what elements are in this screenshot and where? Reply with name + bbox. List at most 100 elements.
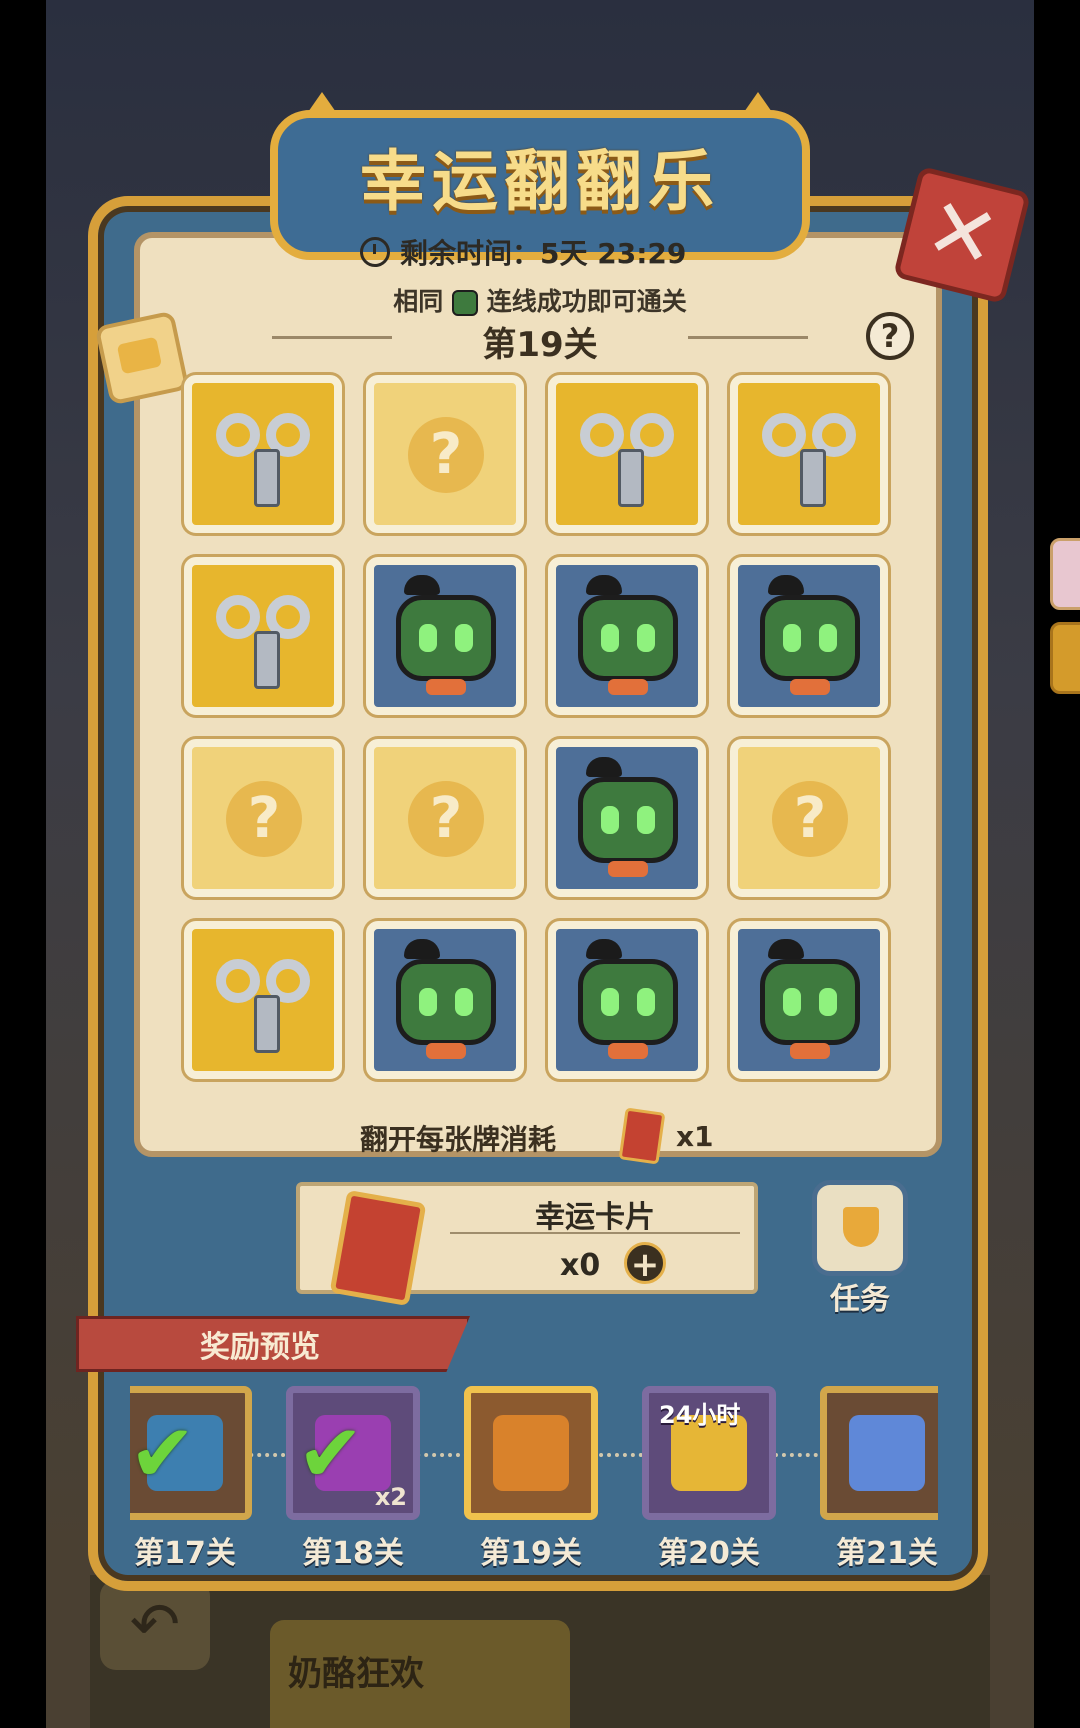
hidden-card[interactable]: ? (730, 739, 888, 897)
reward-level-label: 第19关 (480, 1536, 582, 1571)
reward-level-label: 第17关 (134, 1536, 236, 1571)
robot-card[interactable] (548, 739, 706, 897)
wind-up-key-icon (618, 449, 644, 507)
wind-up-key-icon (254, 449, 280, 507)
hidden-card[interactable]: ? (366, 739, 524, 897)
reward-level-label: 第21关 (836, 1536, 938, 1571)
key-card[interactable] (184, 557, 342, 715)
add-card-button[interactable]: + (624, 1242, 666, 1285)
bow-tie-icon (608, 861, 648, 877)
cheese-carnival-tab[interactable]: 奶酪狂欢 (270, 1620, 570, 1728)
hidden-card[interactable]: ? (184, 739, 342, 897)
bowler-hat-icon (768, 575, 804, 595)
page-title: 幸运翻翻乐 (360, 143, 720, 220)
bowler-hat-icon (404, 575, 440, 595)
bow-tie-icon (608, 679, 648, 695)
question-mark-icon: ? (772, 781, 848, 857)
bow-tie-icon (790, 1043, 830, 1059)
bowler-hat-icon (768, 939, 804, 959)
instruction-post: 连线成功即可通关 (486, 287, 687, 316)
checkmark-icon: ✔ (130, 1407, 197, 1500)
reward-slot[interactable] (464, 1386, 598, 1520)
reward-slot[interactable]: ✔ (130, 1386, 252, 1520)
key-card[interactable] (184, 375, 342, 533)
robot-eye (637, 624, 655, 652)
penguin-icon[interactable] (1050, 622, 1080, 694)
reward-strip[interactable]: ✔ 第17关 ✔ x2 第18关 第19关 24小时第20关 第21关 (130, 1378, 938, 1578)
back-arrow-icon[interactable]: ↶ (100, 1580, 210, 1670)
robot-eye (819, 624, 837, 652)
key-card[interactable] (548, 375, 706, 533)
robot-eye (819, 988, 837, 1016)
clock-icon (360, 237, 390, 267)
bowler-hat-icon (404, 939, 440, 959)
robot-eye (601, 806, 619, 834)
reward-slot[interactable] (820, 1386, 938, 1520)
help-button[interactable]: ? (866, 312, 914, 360)
checkmark-icon: ✔ (297, 1407, 365, 1500)
wind-up-key-icon (254, 995, 280, 1053)
robot-eye (783, 988, 801, 1016)
lucky-card-label: 幸运卡片 (535, 1200, 655, 1235)
robot-card[interactable] (548, 921, 706, 1079)
robot-card[interactable] (366, 921, 524, 1079)
reward-level-label: 第20关 (658, 1536, 760, 1571)
robot-icon (760, 959, 860, 1045)
robot-icon (578, 595, 678, 681)
reward-slot[interactable]: 24小时 (642, 1386, 776, 1520)
hidden-card[interactable]: ? (366, 375, 524, 533)
bowler-hat-icon (586, 757, 622, 777)
reward-duration-badge: 24小时 (659, 1401, 741, 1429)
reward-slot[interactable]: ✔ x2 (286, 1386, 420, 1520)
instruction-text: 相同 连线成功即可通关 (300, 282, 780, 318)
lucky-card-divider (450, 1232, 740, 1234)
robot-card[interactable] (366, 557, 524, 715)
robot-eye (601, 624, 619, 652)
robot-eye (637, 988, 655, 1016)
task-label[interactable]: 任务 (812, 1274, 908, 1318)
reward-level-label: 第18关 (302, 1536, 404, 1571)
robot-eye (637, 806, 655, 834)
question-mark-icon: ? (408, 781, 484, 857)
robot-eye (455, 624, 473, 652)
bow-tie-icon (608, 1043, 648, 1059)
robot-card[interactable] (730, 557, 888, 715)
robot-eye (783, 624, 801, 652)
robot-icon (578, 959, 678, 1045)
cheese-carnival-label: 奶酪狂欢 (288, 1654, 424, 1694)
robot-eye (601, 988, 619, 1016)
robot-card[interactable] (730, 921, 888, 1079)
robot-eye (419, 624, 437, 652)
robot-icon (578, 777, 678, 863)
robot-icon (396, 959, 496, 1045)
instruction-pre: 相同 (393, 287, 444, 316)
lucky-card-mini-icon (618, 1107, 666, 1165)
cheese-tag-icon (94, 310, 190, 406)
reward-preview-title: 奖励预览 (200, 1330, 320, 1365)
divider-left (272, 336, 392, 339)
robot-card[interactable] (548, 557, 706, 715)
countdown-timer: 剩余时间：5天 23:29 (360, 232, 740, 272)
key-card[interactable] (730, 375, 888, 533)
bow-tie-icon (790, 679, 830, 695)
wind-up-key-icon (800, 449, 826, 507)
level-title: 第19关 (482, 325, 598, 365)
robot-mini-icon (452, 290, 478, 316)
flip-cost-text: 翻开每张牌消耗 (360, 1123, 557, 1156)
lucky-card-count: x0 (560, 1248, 601, 1283)
key-card[interactable] (184, 921, 342, 1079)
bowler-hat-icon (586, 575, 622, 595)
reward-qty: x2 (374, 1483, 407, 1511)
robot-icon (760, 595, 860, 681)
bowler-hat-icon (586, 939, 622, 959)
reward-item-icon (493, 1415, 569, 1491)
bilibili-icon[interactable] (1050, 538, 1080, 610)
task-button[interactable] (812, 1180, 908, 1276)
robot-eye (419, 988, 437, 1016)
wind-up-key-icon (254, 631, 280, 689)
countdown-text: 剩余时间：5天 23:29 (400, 237, 687, 270)
bow-tie-icon (426, 679, 466, 695)
robot-eye (455, 988, 473, 1016)
reward-item-icon (849, 1415, 925, 1491)
robot-icon (396, 595, 496, 681)
